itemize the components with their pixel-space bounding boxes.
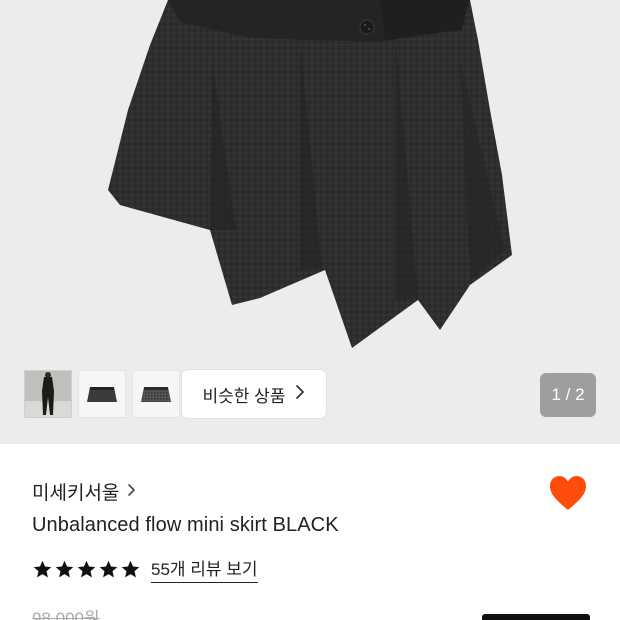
star-icon: [55, 560, 74, 577]
buy-button[interactable]: [482, 614, 590, 620]
review-link[interactable]: 55개 리뷰 보기: [151, 555, 258, 583]
thumbnail-2[interactable]: [78, 370, 126, 418]
star-icon: [77, 560, 96, 577]
brand-name: 미세키서울: [32, 483, 120, 504]
wishlist-heart-icon[interactable]: [548, 474, 588, 514]
image-pager: 1 / 2: [540, 373, 596, 417]
chevron-right-icon: [295, 384, 305, 405]
star-icon: [99, 560, 118, 577]
thumbnail-strip: [24, 370, 180, 418]
original-price: 98,000원: [32, 609, 100, 620]
star-icon: [33, 560, 52, 577]
similar-products-button[interactable]: 비슷한 상품: [182, 370, 326, 418]
skirt-thumb-image: [79, 371, 125, 417]
rating-row: 55개 리뷰 보기: [32, 555, 258, 583]
thumbnail-3[interactable]: [132, 370, 180, 418]
product-image-gallery[interactable]: 비슷한 상품 1 / 2: [0, 0, 620, 444]
rating-stars: [32, 559, 141, 580]
product-title: Unbalanced flow mini skirt BLACK: [32, 514, 339, 536]
star-icon: [121, 560, 140, 577]
thumbnail-1[interactable]: [24, 370, 72, 418]
skirt-check-thumb-image: [133, 371, 179, 417]
model-thumb-image: [25, 371, 71, 417]
brand-link[interactable]: 미세키서울: [32, 478, 136, 505]
similar-products-label: 비슷한 상품: [202, 386, 286, 406]
chevron-right-icon: [127, 482, 136, 502]
